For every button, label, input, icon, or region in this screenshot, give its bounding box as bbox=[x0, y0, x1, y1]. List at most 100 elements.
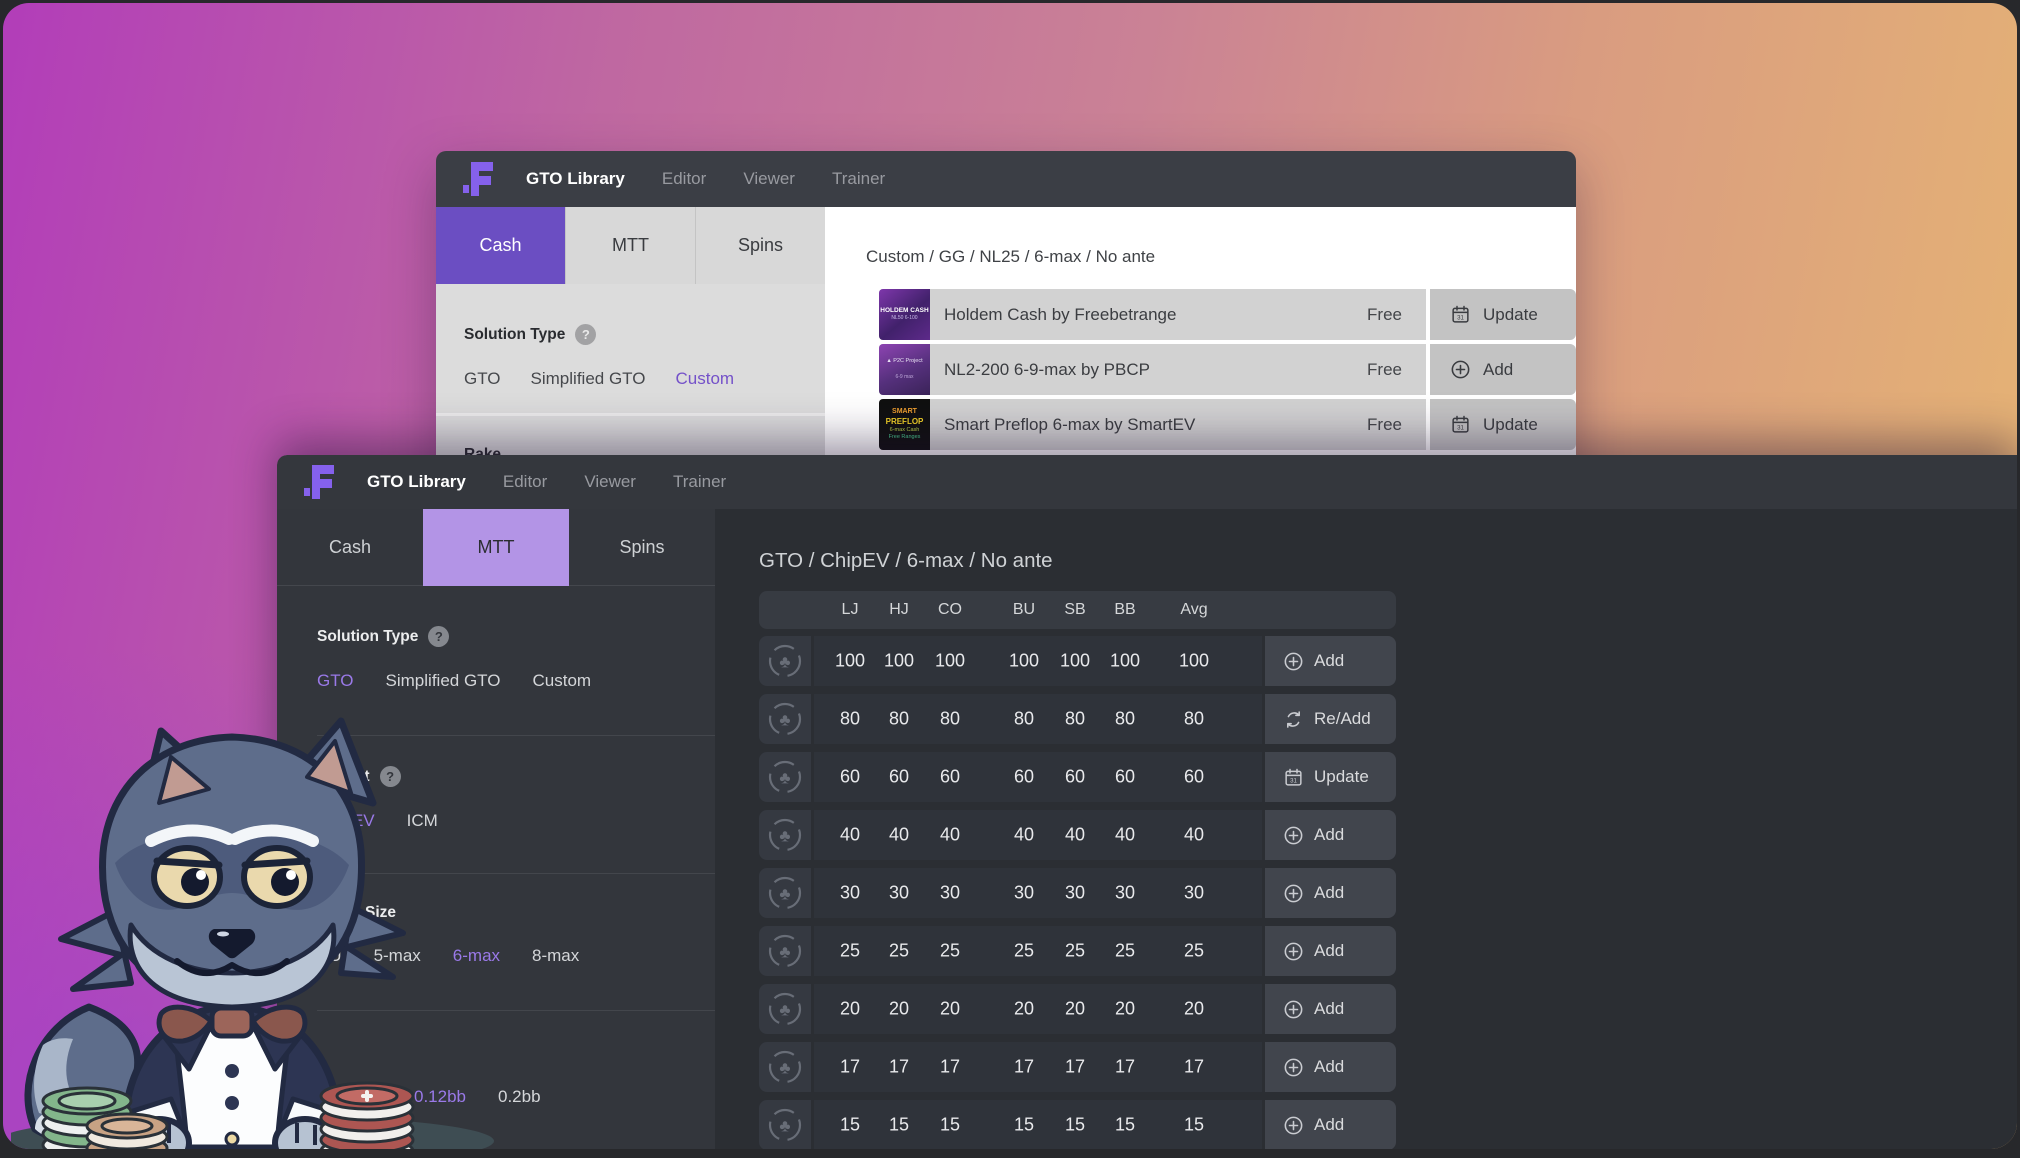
option-icm[interactable]: ICM bbox=[407, 811, 438, 831]
pack-row-main[interactable]: HOLDEM CASHNL50 6-100Holdem Cash by Free… bbox=[879, 289, 1426, 340]
row-action-button-add[interactable]: Add bbox=[1265, 636, 1396, 686]
pack-row-main[interactable]: ▲ P2C Project6-9 maxNL2-200 6-9-max by P… bbox=[879, 344, 1426, 395]
front-sidebar-filters: Solution Type ? GTOSimplified GTOCustom … bbox=[277, 586, 715, 1149]
stack-value: 80 bbox=[889, 709, 909, 730]
option-simplified-gto[interactable]: Simplified GTO bbox=[386, 671, 501, 691]
option-gto[interactable]: GTO bbox=[317, 671, 354, 691]
stack-value: 100 bbox=[884, 651, 914, 672]
option-hu[interactable]: HU bbox=[317, 946, 342, 966]
pack-row-main[interactable]: SMARTPREFLOP6-max CashFree RangesSmart P… bbox=[879, 399, 1426, 450]
row-action-button-re-add[interactable]: Re/Add bbox=[1265, 694, 1396, 744]
front-window-gto-library-mtt: GTO Library Editor Viewer Trainer CashMTTSp… bbox=[277, 455, 2017, 1149]
option-custom[interactable]: Custom bbox=[675, 369, 734, 389]
nav-item-gto-library[interactable]: GTO Library bbox=[367, 472, 466, 492]
tab-spins[interactable]: Spins bbox=[695, 207, 825, 284]
tab-cash[interactable]: Cash bbox=[436, 207, 565, 284]
option-8-max[interactable]: 8-max bbox=[532, 946, 579, 966]
option-5-max[interactable]: 5-max bbox=[374, 946, 421, 966]
stack-value: 17 bbox=[1065, 1057, 1085, 1078]
pack-action-button-update[interactable]: 31Update bbox=[1430, 289, 1576, 340]
row-action-label: Update bbox=[1314, 767, 1369, 787]
stack-row: ♣6060606060606031Update bbox=[759, 752, 1396, 802]
row-action-label: Add bbox=[1314, 651, 1344, 671]
format-label: Format bbox=[317, 768, 370, 786]
svg-text:♣: ♣ bbox=[779, 943, 790, 962]
row-action-button-add[interactable]: Add bbox=[1265, 868, 1396, 918]
stack-row: ♣40404040404040Add bbox=[759, 810, 1396, 860]
stack-value: 100 bbox=[1060, 651, 1090, 672]
tab-spins[interactable]: Spins bbox=[569, 509, 715, 586]
pack-thumbnail: ▲ P2C Project6-9 max bbox=[879, 344, 930, 395]
option-0-2bb[interactable]: 0.2bb bbox=[498, 1087, 541, 1107]
row-action-button-add[interactable]: Add bbox=[1265, 984, 1396, 1034]
plus-circle-icon bbox=[1283, 825, 1304, 846]
stack-values: 20202020202020 bbox=[814, 984, 1262, 1034]
nav-item-trainer[interactable]: Trainer bbox=[673, 472, 726, 492]
solution-type-options: GTO Simplified GTO Custom bbox=[317, 671, 715, 691]
row-action-button-update[interactable]: 31 Update bbox=[1265, 752, 1396, 802]
pack-thumbnail-text: Free Ranges bbox=[889, 434, 921, 441]
stack-value: 40 bbox=[1065, 825, 1085, 846]
pack-list: HOLDEM CASHNL50 6-100Holdem Cash by Free… bbox=[879, 289, 1576, 450]
option-6-max[interactable]: 6-max bbox=[453, 946, 500, 966]
plus-circle-icon bbox=[1450, 359, 1471, 380]
pack-price-badge: Free bbox=[1367, 305, 1402, 325]
row-action-button-add[interactable]: Add bbox=[1265, 810, 1396, 860]
stack-row: ♣20202020202020Add bbox=[759, 984, 1396, 1034]
stack-value: 40 bbox=[889, 825, 909, 846]
option-gto[interactable]: GTO bbox=[464, 369, 501, 389]
stack-row: ♣17171717171717Add bbox=[759, 1042, 1396, 1092]
stack-value: 15 bbox=[940, 1115, 960, 1136]
pack-action-label: Update bbox=[1483, 305, 1538, 325]
calendar-icon: 31 bbox=[1283, 767, 1304, 788]
sidebar-divider bbox=[436, 413, 825, 416]
nav-item-viewer[interactable]: Viewer bbox=[584, 472, 636, 492]
pack-thumbnail-text: SMART bbox=[892, 408, 917, 417]
stack-value: 30 bbox=[889, 883, 909, 904]
option-0-12bb[interactable]: 0.12bb bbox=[414, 1087, 466, 1107]
tab-cash[interactable]: Cash bbox=[277, 509, 423, 586]
column-header-bb: BB bbox=[1114, 601, 1135, 619]
help-icon[interactable]: ? bbox=[575, 324, 596, 345]
help-icon[interactable]: ? bbox=[380, 766, 401, 787]
pack-thumbnail-text: 6-max Cash bbox=[890, 427, 920, 434]
stack-row: ♣15151515151515Add bbox=[759, 1100, 1396, 1149]
nav-item-editor[interactable]: Editor bbox=[503, 472, 547, 492]
stack-table: LJHJCOBUSBBBAvg ♣100100100100100100100Ad… bbox=[759, 591, 1396, 1149]
freebetrange-logo-icon[interactable] bbox=[303, 464, 335, 500]
row-action-label: Add bbox=[1314, 941, 1344, 961]
stack-value: 17 bbox=[889, 1057, 909, 1078]
stack-values: 15151515151515 bbox=[814, 1100, 1262, 1149]
club-icon: ♣ bbox=[759, 1042, 811, 1092]
plus-circle-icon bbox=[1283, 941, 1304, 962]
help-icon[interactable]: ? bbox=[428, 626, 449, 647]
club-icon: ♣ bbox=[767, 701, 803, 737]
tab-mtt[interactable]: MTT bbox=[423, 509, 569, 586]
option-simplified-gto[interactable]: Simplified GTO bbox=[531, 369, 646, 389]
row-action-button-add[interactable]: Add bbox=[1265, 1042, 1396, 1092]
stack-value: 25 bbox=[1184, 941, 1204, 962]
pack-action-button-add[interactable]: Add bbox=[1430, 344, 1576, 395]
nav-item-trainer[interactable]: Trainer bbox=[832, 169, 885, 189]
plus-circle-icon bbox=[1283, 883, 1304, 904]
stack-value: 17 bbox=[940, 1057, 960, 1078]
tab-mtt[interactable]: MTT bbox=[565, 207, 695, 284]
nav-item-editor[interactable]: Editor bbox=[662, 169, 706, 189]
club-icon: ♣ bbox=[759, 868, 811, 918]
stack-value: 15 bbox=[1014, 1115, 1034, 1136]
row-action-button-add[interactable]: Add bbox=[1265, 926, 1396, 976]
nav-item-viewer[interactable]: Viewer bbox=[743, 169, 795, 189]
pack-thumbnail-text: ▲ P2C Project bbox=[886, 358, 922, 365]
stack-value: 30 bbox=[1014, 883, 1034, 904]
stack-value: 100 bbox=[835, 651, 865, 672]
option-custom[interactable]: Custom bbox=[532, 671, 591, 691]
pack-action-button-update[interactable]: 31Update bbox=[1430, 399, 1576, 450]
stack-value: 40 bbox=[1014, 825, 1034, 846]
row-action-label: Add bbox=[1314, 883, 1344, 903]
option-chipev[interactable]: ChipEV bbox=[317, 811, 375, 831]
nav-item-gto-library[interactable]: GTO Library bbox=[526, 169, 625, 189]
row-action-button-add[interactable]: Add bbox=[1265, 1100, 1396, 1149]
stack-row: ♣100100100100100100100Add bbox=[759, 636, 1396, 686]
svg-text:♣: ♣ bbox=[779, 827, 790, 846]
freebetrange-logo-icon[interactable] bbox=[462, 161, 494, 197]
